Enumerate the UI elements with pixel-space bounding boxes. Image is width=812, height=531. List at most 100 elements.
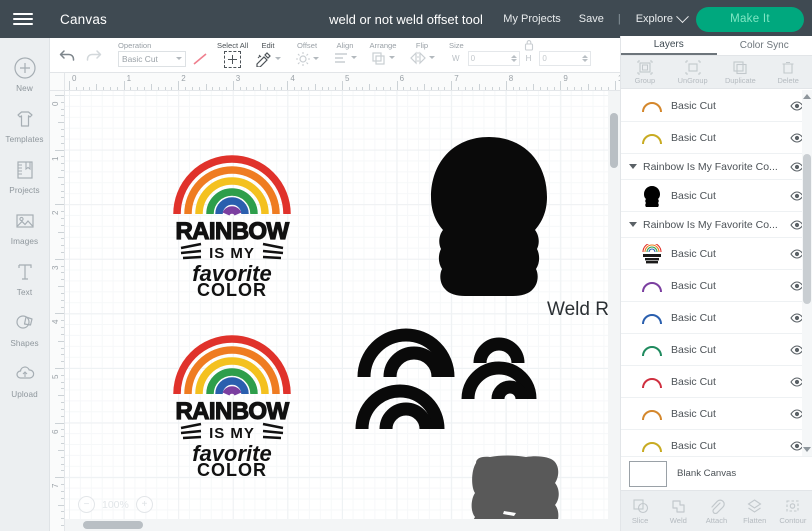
- ruler-tick-minor: [321, 86, 323, 90]
- ruler-tick-minor: [574, 86, 576, 90]
- my-projects-link[interactable]: My Projects: [494, 13, 569, 25]
- slice-label: Slice: [631, 515, 649, 525]
- make-it-button[interactable]: Make It: [696, 6, 804, 32]
- ruler-tick-minor: [362, 86, 364, 90]
- ruler-label: 3: [51, 265, 60, 270]
- artwork-not-weld-arcs[interactable]: [350, 321, 540, 471]
- canvas-vertical-scrollbar[interactable]: [608, 91, 620, 519]
- operation-value: Basic Cut: [122, 53, 158, 64]
- scroll-down-arrow-icon[interactable]: [803, 447, 811, 452]
- layer-row[interactable]: Basic Cut: [621, 180, 812, 212]
- ruler-tick-minor: [60, 354, 64, 356]
- artwork-rainbow-design-bottom[interactable]: RAINBOW IS MY favorite COLOR: [167, 316, 317, 476]
- layer-row[interactable]: Basic Cut: [621, 398, 812, 430]
- offset-button[interactable]: [295, 51, 319, 67]
- ruler-tick-major: [69, 81, 70, 90]
- slice-button[interactable]: Slice: [621, 491, 659, 531]
- ruler-tick-minor: [294, 86, 296, 90]
- flatten-button[interactable]: Flatten: [736, 491, 774, 531]
- edit-button[interactable]: [255, 51, 281, 67]
- ruler-tick-major: [55, 204, 64, 206]
- attach-button[interactable]: Attach: [697, 491, 735, 531]
- canvas-horizontal-scroll-thumb[interactable]: [83, 521, 143, 529]
- app-header: Canvas weld or not weld offset tool My P…: [0, 0, 812, 38]
- tab-layers[interactable]: Layers: [621, 36, 717, 55]
- layer-row[interactable]: Basic Cut: [621, 122, 812, 154]
- width-input[interactable]: 0: [467, 50, 520, 66]
- sidebar-item-templates[interactable]: Templates: [0, 99, 50, 150]
- contour-button[interactable]: Contour: [774, 491, 812, 531]
- header-separator: |: [617, 13, 621, 25]
- sidebar-item-shapes[interactable]: Shapes: [0, 303, 50, 354]
- undo-icon[interactable]: [59, 48, 76, 63]
- ruler-tick-minor: [60, 197, 64, 199]
- sidebar-item-text[interactable]: Text: [0, 252, 50, 303]
- tab-color-sync[interactable]: Color Sync: [717, 36, 812, 55]
- select-all-button[interactable]: [224, 50, 241, 68]
- operation-select[interactable]: Basic Cut: [118, 50, 186, 67]
- layers-scrollbar[interactable]: [802, 90, 812, 456]
- delete-button[interactable]: Delete: [764, 56, 812, 88]
- caret-down-icon[interactable]: [629, 222, 637, 227]
- zoom-out-button[interactable]: −: [78, 496, 95, 513]
- layer-row[interactable]: Basic Cut: [621, 238, 812, 270]
- ruler-tick-minor: [58, 176, 64, 178]
- layer-label: Basic Cut: [671, 343, 716, 356]
- ruler-tick-minor: [60, 347, 64, 349]
- layers-scroll-thumb[interactable]: [803, 154, 811, 304]
- artwork-rainbow-design-top[interactable]: RAINBOW IS MY favorite COLOR: [167, 136, 317, 296]
- layer-group-row[interactable]: Rainbow Is My Favorite Co...: [621, 212, 812, 238]
- sidebar-item-upload[interactable]: Upload: [0, 354, 50, 405]
- layer-thumbnail: [641, 403, 663, 425]
- flip-button[interactable]: [409, 51, 435, 65]
- caret-down-icon[interactable]: [629, 164, 637, 169]
- sidebar-item-projects[interactable]: Projects: [0, 150, 50, 201]
- layer-group-row[interactable]: Rainbow Is My Favorite Co...: [621, 154, 812, 180]
- sidebar-label-templates: Templates: [5, 135, 44, 144]
- zoom-level-label: 100%: [102, 498, 129, 511]
- arrange-button[interactable]: [371, 51, 395, 65]
- height-input[interactable]: 0: [539, 50, 592, 66]
- layers-list[interactable]: Basic Cut Basic Cut Rainbow Is My Favorite…: [621, 90, 812, 456]
- scroll-up-arrow-icon[interactable]: [803, 94, 811, 99]
- line-color-swatch[interactable]: [190, 52, 210, 66]
- layer-label: Basic Cut: [671, 189, 716, 202]
- explore-dropdown[interactable]: Explore: [626, 9, 696, 25]
- lock-icon[interactable]: [524, 39, 534, 53]
- layer-row[interactable]: Basic Cut: [621, 90, 812, 122]
- width-stepper[interactable]: [510, 54, 517, 62]
- canvas-vertical-scroll-thumb[interactable]: [610, 113, 618, 168]
- layer-row[interactable]: Basic Cut: [621, 334, 812, 366]
- ruler-tick-minor: [58, 449, 64, 451]
- ruler-tick-minor: [60, 415, 64, 417]
- save-button[interactable]: Save: [570, 13, 613, 25]
- ruler-tick-major: [55, 95, 64, 96]
- ungroup-button[interactable]: UnGroup: [669, 56, 717, 88]
- layer-row[interactable]: Basic Cut: [621, 366, 812, 398]
- ruler-tick-minor: [171, 86, 173, 90]
- zoom-in-button[interactable]: +: [135, 496, 153, 513]
- attach-label: Attach: [705, 515, 728, 525]
- ruler-label: 5: [51, 374, 60, 379]
- width-value: 0: [470, 53, 476, 63]
- ruler-tick-minor: [60, 327, 64, 329]
- ruler-tick-minor: [266, 86, 268, 90]
- artwork-weld-result-blob[interactable]: [419, 135, 559, 300]
- sidebar-item-new[interactable]: New: [0, 48, 50, 99]
- layer-row[interactable]: Basic Cut: [621, 270, 812, 302]
- layer-row[interactable]: Basic Cut: [621, 430, 812, 456]
- weld-button[interactable]: Weld: [659, 491, 697, 531]
- align-button[interactable]: [333, 51, 357, 65]
- flip-label: Flip: [415, 40, 429, 50]
- redo-icon[interactable]: [85, 48, 102, 63]
- sidebar-item-images[interactable]: Images: [0, 201, 50, 252]
- design-canvas[interactable]: RAINBOW IS MY favorite COLOR Weld Result: [50, 73, 620, 531]
- canvas-horizontal-scrollbar[interactable]: [65, 519, 620, 531]
- layer-row[interactable]: Basic Cut: [621, 302, 812, 334]
- hamburger-menu-icon[interactable]: [0, 13, 46, 25]
- height-stepper[interactable]: [582, 54, 589, 62]
- duplicate-button[interactable]: Duplicate: [717, 56, 765, 88]
- group-button[interactable]: Group: [621, 56, 669, 88]
- blank-canvas-row[interactable]: Blank Canvas: [621, 456, 812, 490]
- blank-canvas-swatch[interactable]: [629, 460, 667, 487]
